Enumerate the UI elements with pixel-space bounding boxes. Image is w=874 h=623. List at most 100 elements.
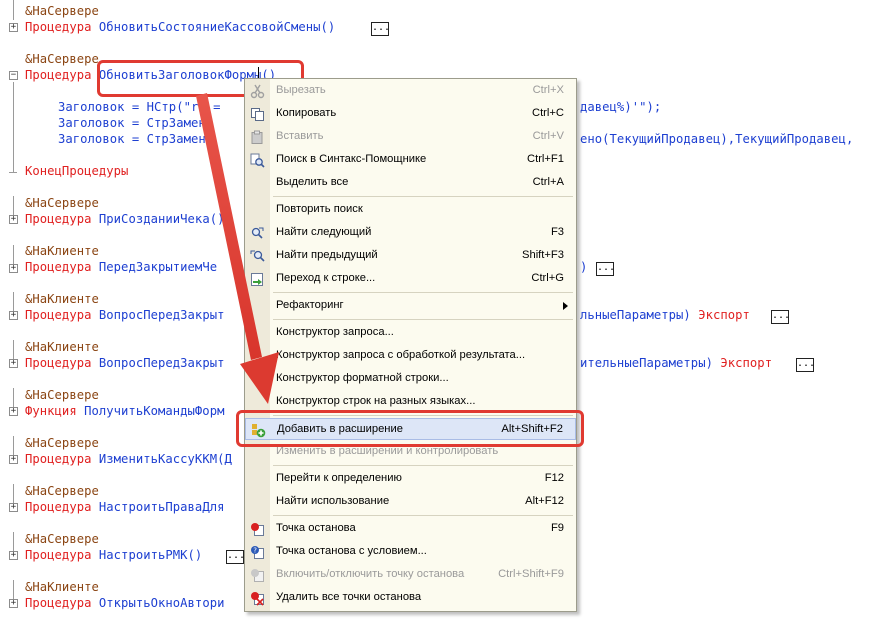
code-keyword: Процедура [25, 212, 92, 226]
submenu-arrow-icon [563, 302, 568, 310]
code-keyword: Процедура [25, 596, 92, 610]
fold-toggle-icon[interactable]: + [9, 23, 18, 32]
code-identifier: ительныеПараметры) [580, 356, 713, 370]
fold-toggle-icon[interactable]: + [9, 407, 18, 416]
menu-item-query-builder[interactable]: Конструктор запроса... [245, 322, 576, 344]
breakpoint-icon [251, 523, 264, 536]
code-directive: &НаСервере [25, 436, 99, 450]
menu-item-select-all[interactable]: Выделить все Ctrl+A [245, 172, 576, 194]
menu-item-toggle-breakpoint[interactable]: Включить/отключить точку останова Ctrl+S… [245, 564, 576, 586]
menu-item-format-string-builder[interactable]: Конструктор форматной строки... [245, 368, 576, 390]
menu-item-find-next[interactable]: Найти следующий F3 [245, 222, 576, 244]
menu-item-find-usages[interactable]: Найти использование Alt+F12 [245, 491, 576, 513]
menu-item-repeat-search[interactable]: Повторить поиск [245, 199, 576, 221]
code-line: Заголовок = СтрЗамени [58, 132, 214, 146]
menu-item-label: Конструктор строк на разных языках... [276, 395, 476, 407]
menu-item-shortcut: Ctrl+F1 [527, 153, 564, 165]
menu-item-find-previous[interactable]: Найти предыдущий Shift+F3 [245, 245, 576, 267]
fold-toggle-icon[interactable]: + [9, 311, 18, 320]
fold-guide [13, 436, 14, 456]
menu-item-label: Копировать [276, 107, 337, 119]
code-line: Процедура ВопросПередЗакрыт [25, 308, 224, 323]
code-line: давец%)'"); [580, 100, 662, 114]
menu-item-label: Конструктор форматной строки... [276, 372, 449, 384]
menu-item-delete-all-breakpoints[interactable]: Удалить все точки останова [245, 587, 576, 609]
menu-item-shortcut: Ctrl+V [532, 130, 564, 142]
menu-item-query-builder-result[interactable]: Конструктор запроса с обработкой результ… [245, 345, 576, 367]
menu-item-label: Удалить все точки останова [276, 591, 422, 603]
menu-item-conditional-breakpoint[interactable]: ? Точка останова с условием... [245, 541, 576, 563]
code-identifier: ИзменитьКассуККМ(Д [98, 452, 232, 466]
menu-item-label: Точка останова с условием... [276, 545, 427, 557]
collapsed-block-button[interactable]: ... [596, 262, 615, 276]
fold-toggle-icon[interactable]: + [9, 455, 18, 464]
delete-breakpoints-icon [251, 592, 264, 606]
paste-icon [251, 130, 263, 144]
menu-item-label: Перейти к определению [276, 472, 402, 484]
code-line: льныеПараметры) Экспорт [580, 308, 750, 323]
fold-guide [13, 82, 14, 172]
copy-icon [251, 108, 264, 121]
menu-item-shortcut: F3 [550, 226, 564, 238]
code-line: ительныеПараметры) Экспорт [580, 356, 772, 371]
svg-text:?: ? [253, 547, 257, 555]
menu-item-shortcut: Shift+F3 [522, 249, 564, 261]
fold-toggle-icon[interactable]: + [9, 215, 18, 224]
collapsed-block-button[interactable]: ... [371, 22, 390, 36]
menu-item-shortcut: Ctrl+G [531, 272, 564, 284]
menu-item-shortcut: F12 [544, 472, 564, 484]
code-line: Функция ПолучитьКомандыФорм [25, 404, 224, 419]
fold-toggle-icon[interactable]: + [9, 359, 18, 368]
menu-item-label: Найти следующий [276, 226, 372, 238]
code-line: Процедура ПередЗакрытиемЧе [25, 260, 217, 275]
code-identifier: ОткрытьОкноАвтори [98, 596, 225, 610]
code-line: Процедура НастроитьРМК() [25, 548, 202, 563]
fold-toggle-icon[interactable]: + [9, 264, 18, 273]
fold-toggle-icon[interactable]: + [9, 551, 18, 560]
menu-separator [273, 319, 573, 320]
code-line: Заголовок = СтрЗамени [58, 116, 214, 130]
fold-toggle-icon[interactable]: − [9, 71, 18, 80]
collapsed-block-button[interactable]: ... [771, 310, 790, 324]
code-identifier: ОбновитьСостояниеКассовойСмены() [98, 20, 336, 34]
menu-item-shortcut: Ctrl+C [531, 107, 564, 119]
code-identifier: льныеПараметры) [580, 308, 691, 322]
code-identifier: НастроитьПраваДля [98, 500, 225, 514]
menu-item-label: Вставить [276, 130, 324, 142]
fold-guide [13, 292, 14, 312]
code-directive: &НаСервере [25, 484, 99, 498]
menu-item-paste[interactable]: Вставить Ctrl+V [245, 126, 576, 148]
code-keyword: Процедура [25, 548, 92, 562]
menu-item-shortcut: Alt+F12 [525, 495, 564, 507]
fold-guide [13, 580, 14, 600]
toggle-breakpoint-icon [251, 569, 264, 582]
menu-item-refactoring[interactable]: Рефакторинг [245, 295, 576, 317]
code-line: ено(ТекущийПродавец),ТекущийПродавец, [580, 132, 854, 146]
menu-item-label: Поиск в Синтакс-Помощнике [276, 153, 427, 165]
menu-item-copy[interactable]: Копировать Ctrl+C [245, 103, 576, 125]
menu-separator [273, 196, 573, 197]
menu-item-label: Вырезать [276, 84, 326, 96]
code-identifier: ПриСозданииЧека() [98, 212, 225, 226]
fold-toggle-icon[interactable]: + [9, 503, 18, 512]
code-directive: &НаКлиенте [25, 244, 99, 258]
menu-item-syntax-search[interactable]: Поиск в Синтакс-Помощнике Ctrl+F1 [245, 149, 576, 171]
code-identifier: ПолучитьКомандыФорм [84, 404, 225, 418]
menu-item-label: Включить/отключить точку останова [276, 568, 465, 580]
code-directive: &НаКлиенте [25, 340, 99, 354]
collapsed-block-button[interactable]: ... [226, 550, 245, 564]
code-line: Процедура ПриСозданииЧека() [25, 212, 224, 227]
code-identifier: ПередЗакрытиемЧе [98, 260, 218, 274]
code-directive: &НаКлиенте [25, 580, 99, 594]
menu-item-goto-definition[interactable]: Перейти к определению F12 [245, 468, 576, 490]
menu-item-breakpoint[interactable]: Точка останова F9 [245, 518, 576, 540]
code-identifier: ВопросПередЗакрыт [98, 308, 225, 322]
fold-toggle-icon[interactable]: + [9, 599, 18, 608]
collapsed-block-button[interactable]: ... [796, 358, 815, 372]
menu-item-label: Выделить все [276, 176, 349, 188]
fold-guide [13, 245, 14, 265]
code-line: Заголовок = НСтр("ru = [58, 100, 221, 114]
code-line: Процедура НастроитьПраваДля [25, 500, 224, 515]
menu-item-goto-line[interactable]: Переход к строке... Ctrl+G [245, 268, 576, 290]
menu-item-cut[interactable]: Вырезать Ctrl+X [245, 80, 576, 102]
